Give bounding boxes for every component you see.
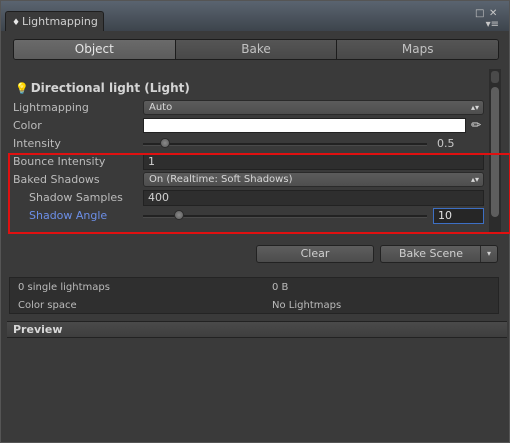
color-row: Color ✏ [13, 118, 485, 136]
shadow-angle-value[interactable]: 10 [433, 208, 484, 224]
lightmap-stats-panel: 0 single lightmaps 0 B Color space No Li… [9, 277, 499, 314]
shadow-angle-row: Shadow Angle 10 [13, 208, 485, 226]
close-icon[interactable]: ✕ [489, 9, 497, 19]
bounce-intensity-label: Bounce Intensity [13, 155, 106, 168]
tab-bake[interactable]: Bake [174, 40, 337, 59]
shadow-samples-row: Shadow Samples 400 [13, 190, 485, 208]
mode-tabs: Object Bake Maps [13, 39, 499, 60]
shadow-samples-label: Shadow Samples [29, 191, 123, 204]
bounce-intensity-row: Bounce Intensity 1 [13, 154, 485, 172]
intensity-slider-track[interactable] [143, 143, 427, 146]
lightmap-size: 0 B [272, 282, 289, 293]
scrollbar-thumb[interactable] [491, 87, 499, 217]
intensity-slider-thumb[interactable] [160, 138, 171, 148]
lightmapping-tab-icon: ♦ [12, 18, 21, 28]
window-tab-label: Lightmapping [22, 15, 98, 28]
light-bulb-icon: 💡 [15, 82, 29, 95]
shadow-samples-field[interactable]: 400 [143, 190, 484, 206]
lightmapping-value: Auto [149, 102, 173, 113]
maximize-icon[interactable]: □ [475, 9, 484, 19]
dropdown-arrows-icon: ▴▾ [470, 103, 479, 112]
section-title-text: Directional light (Light) [30, 81, 190, 95]
shadow-angle-label: Shadow Angle [29, 209, 108, 222]
title-bar: ♦ Lightmapping □ ✕ ▾≡ [1, 1, 509, 31]
intensity-label: Intensity [13, 137, 61, 150]
window-menu-icon[interactable]: ▾≡ [486, 20, 499, 30]
color-label: Color [13, 119, 42, 132]
intensity-value[interactable]: 0.5 [433, 137, 484, 151]
window-tab-lightmapping[interactable]: ♦ Lightmapping [5, 11, 104, 31]
tab-maps[interactable]: Maps [336, 40, 498, 59]
eyedropper-icon[interactable]: ✏ [469, 117, 483, 133]
shadow-angle-slider-track[interactable] [143, 215, 427, 218]
intensity-row: Intensity 0.5 [13, 136, 485, 154]
preview-header[interactable]: Preview [7, 321, 507, 338]
lightmapping-window: ♦ Lightmapping □ ✕ ▾≡ Object Bake Maps 💡 D… [0, 0, 510, 443]
bake-options-arrow-icon[interactable]: ▾ [480, 246, 497, 262]
clear-button[interactable]: Clear [256, 245, 374, 263]
bake-scene-label: Bake Scene [398, 247, 464, 260]
lightmapping-row: Lightmapping Auto ▴▾ [13, 100, 485, 118]
lightmap-count: 0 single lightmaps [18, 282, 110, 293]
inspector-scrollbar[interactable] [489, 69, 501, 234]
bake-scene-button[interactable]: Bake Scene ▾ [380, 245, 498, 263]
section-title: 💡 Directional light (Light) [15, 81, 190, 95]
color-space-value: No Lightmaps [272, 300, 342, 311]
tab-object[interactable]: Object [14, 40, 175, 59]
baked-shadows-label: Baked Shadows [13, 173, 100, 186]
lightmapping-dropdown[interactable]: Auto ▴▾ [143, 100, 484, 115]
baked-shadows-dropdown[interactable]: On (Realtime: Soft Shadows) ▴▾ [143, 172, 484, 187]
color-swatch[interactable] [143, 118, 466, 133]
dropdown-arrows-icon: ▴▾ [470, 175, 479, 184]
scroll-up-arrow-icon[interactable] [491, 71, 499, 83]
preview-area [7, 338, 507, 438]
color-space-label: Color space [18, 300, 77, 311]
baked-shadows-row: Baked Shadows On (Realtime: Soft Shadows… [13, 172, 485, 190]
lightmapping-label: Lightmapping [13, 101, 89, 114]
baked-shadows-value: On (Realtime: Soft Shadows) [149, 174, 293, 185]
bounce-intensity-field[interactable]: 1 [143, 154, 484, 170]
shadow-angle-slider-thumb[interactable] [174, 210, 185, 220]
